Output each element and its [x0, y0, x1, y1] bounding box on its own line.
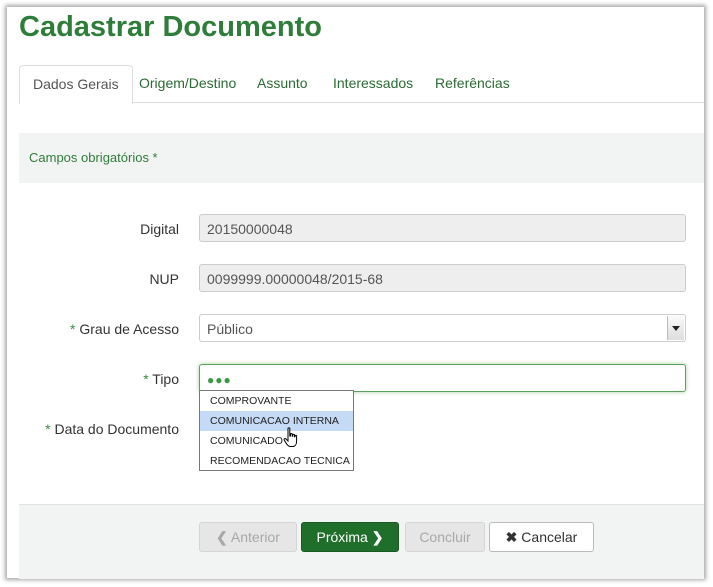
- tab-assunto[interactable]: Assunto: [244, 65, 321, 101]
- required-mark: *: [143, 371, 149, 387]
- nup-field: 0099999.00000048/2015-68: [199, 264, 686, 292]
- anterior-button[interactable]: ❮ Anterior: [199, 522, 297, 552]
- tipo-input[interactable]: ●●●: [199, 364, 686, 392]
- chevron-right-icon: ❯: [371, 529, 384, 545]
- tipo-input-value: ●●●: [207, 373, 232, 387]
- option-recomendacao-tecnica[interactable]: RECOMENDACAO TECNICA: [200, 451, 353, 471]
- chevron-down-icon[interactable]: [667, 316, 684, 340]
- tipo-label: * Tipo: [143, 371, 179, 387]
- close-icon: ✖: [505, 529, 518, 545]
- grau-acesso-label: * Grau de Acesso: [70, 321, 179, 337]
- digital-label: Digital: [140, 221, 179, 237]
- chevron-left-icon: ❮: [216, 529, 228, 545]
- tab-origem-destino[interactable]: Origem/Destino: [126, 65, 249, 101]
- tab-bar: Dados Gerais Origem/Destino Assunto Inte…: [19, 65, 704, 104]
- digital-field: 20150000048: [199, 214, 686, 242]
- tab-referencias[interactable]: Referências: [422, 65, 523, 101]
- data-documento-label: * Data do Documento: [45, 421, 179, 437]
- grau-acesso-select[interactable]: Público: [199, 314, 686, 342]
- concluir-button[interactable]: Concluir: [405, 522, 485, 552]
- required-mark: *: [70, 321, 76, 337]
- tipo-autocomplete-list: COMPROVANTE COMUNICACAO INTERNA COMUNICA…: [199, 390, 354, 471]
- footer-actions: ❮ Anterior Próxima ❯ Concluir ✖ Cancelar: [19, 504, 704, 579]
- option-comprovante[interactable]: COMPROVANTE: [200, 391, 353, 411]
- tab-interessados[interactable]: Interessados: [320, 65, 426, 101]
- page-title: Cadastrar Documento: [19, 11, 322, 43]
- required-fields-notice: Campos obrigatórios *: [19, 133, 704, 183]
- option-comunicacao-interna[interactable]: COMUNICACAO INTERNA: [200, 411, 353, 431]
- hand-cursor-icon: [283, 427, 298, 447]
- cancelar-button[interactable]: ✖ Cancelar: [489, 522, 594, 552]
- proxima-button[interactable]: Próxima ❯: [301, 522, 399, 552]
- required-mark: *: [45, 421, 51, 437]
- nup-label: NUP: [149, 271, 179, 287]
- required-fields-text: Campos obrigatórios *: [29, 150, 158, 165]
- option-comunicado[interactable]: COMUNICADO: [200, 431, 353, 451]
- tab-dados-gerais[interactable]: Dados Gerais: [19, 65, 133, 104]
- window: Cadastrar Documento Dados Gerais Origem/…: [7, 7, 704, 579]
